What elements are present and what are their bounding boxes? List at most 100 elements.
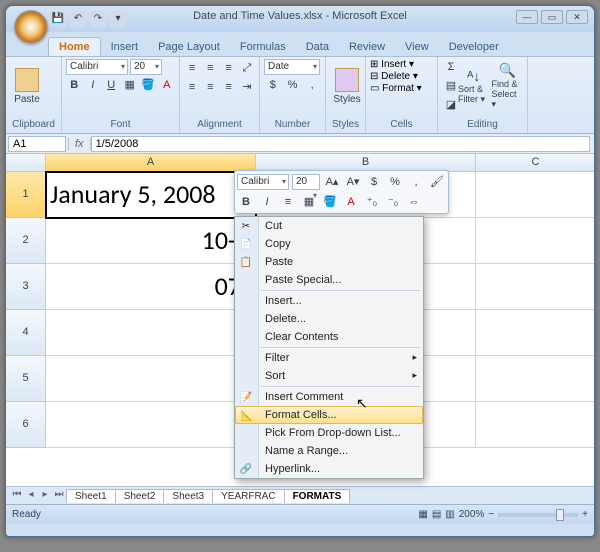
ctx-sort[interactable]: Sort▸ [235,367,423,385]
font-size-select[interactable]: 20 [130,59,162,75]
mini-inc-decimal[interactable]: ⁺₀ [363,193,381,211]
comma-button[interactable]: , [303,76,321,94]
mini-grow-font[interactable]: A▴ [323,173,341,191]
zoom-slider[interactable] [498,513,578,517]
mini-size-select[interactable]: 20 [292,174,320,190]
ctx-clear-contents[interactable]: Clear Contents [235,328,423,346]
office-button[interactable] [14,10,48,44]
mini-fill[interactable]: 🪣 [321,193,339,211]
sheet-tab-formats[interactable]: FORMATS [284,489,351,503]
zoom-in-button[interactable]: + [582,509,588,520]
mini-italic[interactable]: I [258,193,276,211]
tab-view[interactable]: View [395,38,439,56]
tab-nav-last[interactable]: ⏭ [52,489,66,503]
align-left-button[interactable]: ≡ [184,78,200,96]
mini-dec-decimal[interactable]: ⁻₀ [384,193,402,211]
orientation-button[interactable]: ⤢ [239,59,255,77]
align-right-button[interactable]: ≡ [221,78,237,96]
bold-button[interactable]: B [66,76,83,94]
tab-page-layout[interactable]: Page Layout [148,38,230,56]
sheet-tab-sheet3[interactable]: Sheet3 [163,489,213,503]
tab-review[interactable]: Review [339,38,395,56]
align-center-button[interactable]: ≡ [202,78,218,96]
mini-font-color[interactable]: A [342,193,360,211]
cell-a6[interactable] [46,402,256,448]
cell-c4[interactable] [476,310,594,356]
minimize-button[interactable]: — [516,10,538,24]
ctx-delete[interactable]: Delete... [235,310,423,328]
cell-c2[interactable] [476,218,594,264]
view-normal-button[interactable]: ▦ [418,509,427,520]
sheet-tab-sheet2[interactable]: Sheet2 [115,489,165,503]
mini-shrink-font[interactable]: A▾ [344,173,362,191]
ctx-format-cells[interactable]: 📐Format Cells... [235,406,423,424]
delete-cells-button[interactable]: ⊟ Delete ▾ [370,71,433,82]
save-icon[interactable]: 💾 [50,11,66,27]
tab-insert[interactable]: Insert [101,38,149,56]
paste-button[interactable]: Paste [10,59,44,113]
col-header-c[interactable]: C [476,154,594,172]
align-mid-button[interactable]: ≡ [202,59,218,77]
tab-home[interactable]: Home [48,37,101,56]
align-bot-button[interactable]: ≡ [221,59,237,77]
sheet-tab-sheet1[interactable]: Sheet1 [66,489,116,503]
ctx-name-range[interactable]: Name a Range... [235,442,423,460]
cell-c6[interactable] [476,402,594,448]
ctx-cut[interactable]: ✂Cut [235,217,423,235]
indent-button[interactable]: ⇥ [239,78,255,96]
border-button[interactable]: ▦ [122,76,139,94]
underline-button[interactable]: U [103,76,120,94]
ctx-pick-list[interactable]: Pick From Drop-down List... [235,424,423,442]
font-name-select[interactable]: Calibri [66,59,128,75]
tab-nav-first[interactable]: ⏮ [10,489,24,503]
insert-cells-button[interactable]: ⊞ Insert ▾ [370,59,433,70]
sort-filter-button[interactable]: ᴬ↓Sort & Filter ▾ [458,59,490,113]
cell-a4[interactable] [46,310,256,356]
ctx-paste-special[interactable]: Paste Special... [235,271,423,289]
ctx-insert-comment[interactable]: 📝Insert Comment [235,388,423,406]
view-break-button[interactable]: ▥ [445,509,454,520]
mini-bold[interactable]: B [237,193,255,211]
ctx-filter[interactable]: Filter▸ [235,349,423,367]
cell-a1[interactable]: January 5, 2008 [46,172,256,218]
mini-font-select[interactable]: Calibri [237,174,289,190]
maximize-button[interactable]: ▭ [541,10,563,24]
cell-a3[interactable]: 07/ [46,264,256,310]
row-header-2[interactable]: 2 [6,218,46,264]
font-color-button[interactable]: A [159,76,176,94]
ctx-copy[interactable]: 📄Copy [235,235,423,253]
ctx-hyperlink[interactable]: 🔗Hyperlink... [235,460,423,478]
align-top-button[interactable]: ≡ [184,59,200,77]
qat-more-icon[interactable]: ▾ [110,11,126,27]
italic-button[interactable]: I [85,76,102,94]
row-header-4[interactable]: 4 [6,310,46,356]
tab-nav-prev[interactable]: ◂ [24,489,38,503]
row-header-6[interactable]: 6 [6,402,46,448]
zoom-out-button[interactable]: − [488,509,494,520]
format-cells-button[interactable]: ▭ Format ▾ [370,83,433,94]
tab-data[interactable]: Data [296,38,339,56]
select-all-corner[interactable] [6,154,46,172]
fill-color-button[interactable]: 🪣 [140,76,157,94]
row-header-5[interactable]: 5 [6,356,46,402]
tab-formulas[interactable]: Formulas [230,38,296,56]
ctx-insert[interactable]: Insert... [235,292,423,310]
cell-c1[interactable] [476,172,594,218]
mini-format-painter[interactable]: 🖌 [428,173,446,191]
mini-merge[interactable]: ⇔ [405,193,423,211]
cell-a2[interactable]: 10-A [46,218,256,264]
cell-c3[interactable] [476,264,594,310]
mini-comma[interactable]: , [407,173,425,191]
cell-a5[interactable] [46,356,256,402]
zoom-level[interactable]: 200% [459,509,485,520]
styles-button[interactable]: Styles [330,59,364,113]
number-format-select[interactable]: Date [264,59,320,75]
mini-center[interactable]: ≡ [279,193,297,211]
currency-button[interactable]: $ [264,76,282,94]
ctx-paste[interactable]: 📋Paste [235,253,423,271]
row-header-1[interactable]: 1 [6,172,46,218]
fx-button[interactable]: fx [68,138,91,150]
formula-bar[interactable]: 1/5/2008 [91,136,590,152]
close-button[interactable]: ✕ [566,10,588,24]
tab-nav-next[interactable]: ▸ [38,489,52,503]
